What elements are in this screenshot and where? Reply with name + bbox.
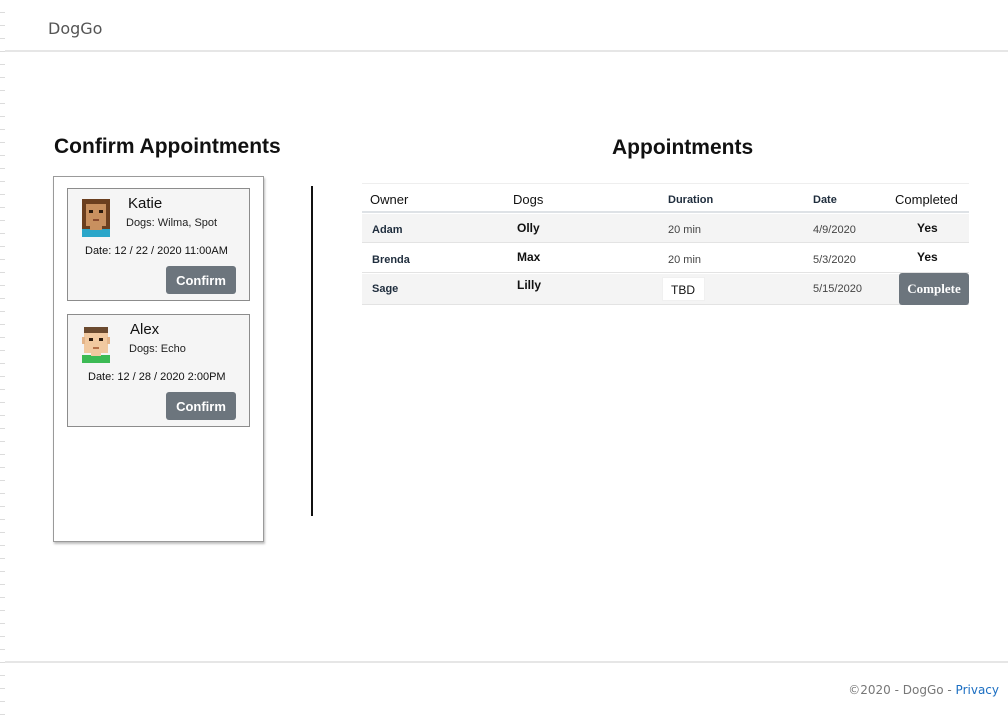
- confirm-appointments-title: Confirm Appointments: [54, 135, 281, 158]
- appointments-title: Appointments: [612, 136, 754, 159]
- owner-name: Alex: [130, 321, 160, 338]
- dogs-list: Dogs: Echo: [129, 343, 186, 355]
- pending-appointment-card: Alex Dogs: Echo Date: 12 / 28 / 2020 2:0…: [67, 314, 250, 427]
- vertical-divider: [311, 186, 313, 516]
- duration-cell: TBD: [662, 277, 705, 301]
- privacy-link[interactable]: Privacy: [956, 683, 999, 697]
- completed-cell: Yes: [917, 250, 938, 264]
- table-header: Owner Dogs Duration Date Completed: [362, 183, 969, 213]
- column-header-completed: Completed: [895, 192, 958, 207]
- owner-name: Katie: [128, 195, 163, 212]
- appointment-date: Date: 12 / 28 / 2020 2:00PM: [88, 371, 226, 383]
- dog-cell: Lilly: [517, 278, 542, 292]
- duration-cell: 20 min: [668, 224, 702, 236]
- complete-button[interactable]: Complete: [899, 273, 969, 305]
- footer-text: ©2020 - DogGo - Privacy: [848, 683, 999, 697]
- footer: ©2020 - DogGo - Privacy: [5, 661, 1008, 715]
- owner-cell: Adam: [372, 224, 403, 236]
- confirm-appointments-panel: Katie Dogs: Wilma, Spot Date: 12 / 22 / …: [53, 176, 264, 542]
- owner-cell: Brenda: [372, 254, 410, 266]
- column-header-dogs: Dogs: [513, 192, 544, 207]
- column-header-duration: Duration: [668, 194, 714, 206]
- table-row: Brenda Max 20 min 5/3/2020 Yes: [362, 244, 969, 273]
- column-header-owner: Owner: [370, 192, 409, 207]
- column-header-date: Date: [813, 194, 837, 206]
- page-edge-rule: [0, 0, 5, 715]
- copyright-text: ©2020 - DogGo -: [848, 683, 956, 697]
- owner-cell: Sage: [372, 283, 399, 295]
- dog-cell: Max: [517, 250, 541, 264]
- appointment-date: Date: 12 / 22 / 2020 11:00AM: [85, 245, 228, 257]
- confirm-button[interactable]: Confirm: [166, 392, 236, 420]
- date-cell: 4/9/2020: [813, 224, 856, 236]
- navbar: DogGo: [5, 0, 1008, 52]
- completed-cell: Yes: [917, 221, 938, 235]
- table-row: Sage Lilly TBD 5/15/2020 Complete: [362, 273, 969, 305]
- confirm-button[interactable]: Confirm: [166, 266, 236, 294]
- date-cell: 5/15/2020: [813, 283, 862, 295]
- dogs-list: Dogs: Wilma, Spot: [126, 217, 218, 229]
- brand-link[interactable]: DogGo: [48, 19, 102, 38]
- duration-cell: 20 min: [668, 254, 702, 266]
- avatar-woman-icon: [82, 199, 110, 237]
- table-row: Adam Olly 20 min 4/9/2020 Yes: [362, 214, 969, 243]
- dog-cell: Olly: [517, 221, 540, 235]
- pending-appointment-card: Katie Dogs: Wilma, Spot Date: 12 / 22 / …: [67, 188, 250, 301]
- date-cell: 5/3/2020: [813, 254, 856, 266]
- appointments-table: Owner Dogs Duration Date Completed Adam …: [362, 183, 969, 305]
- avatar-man-icon: [82, 327, 110, 363]
